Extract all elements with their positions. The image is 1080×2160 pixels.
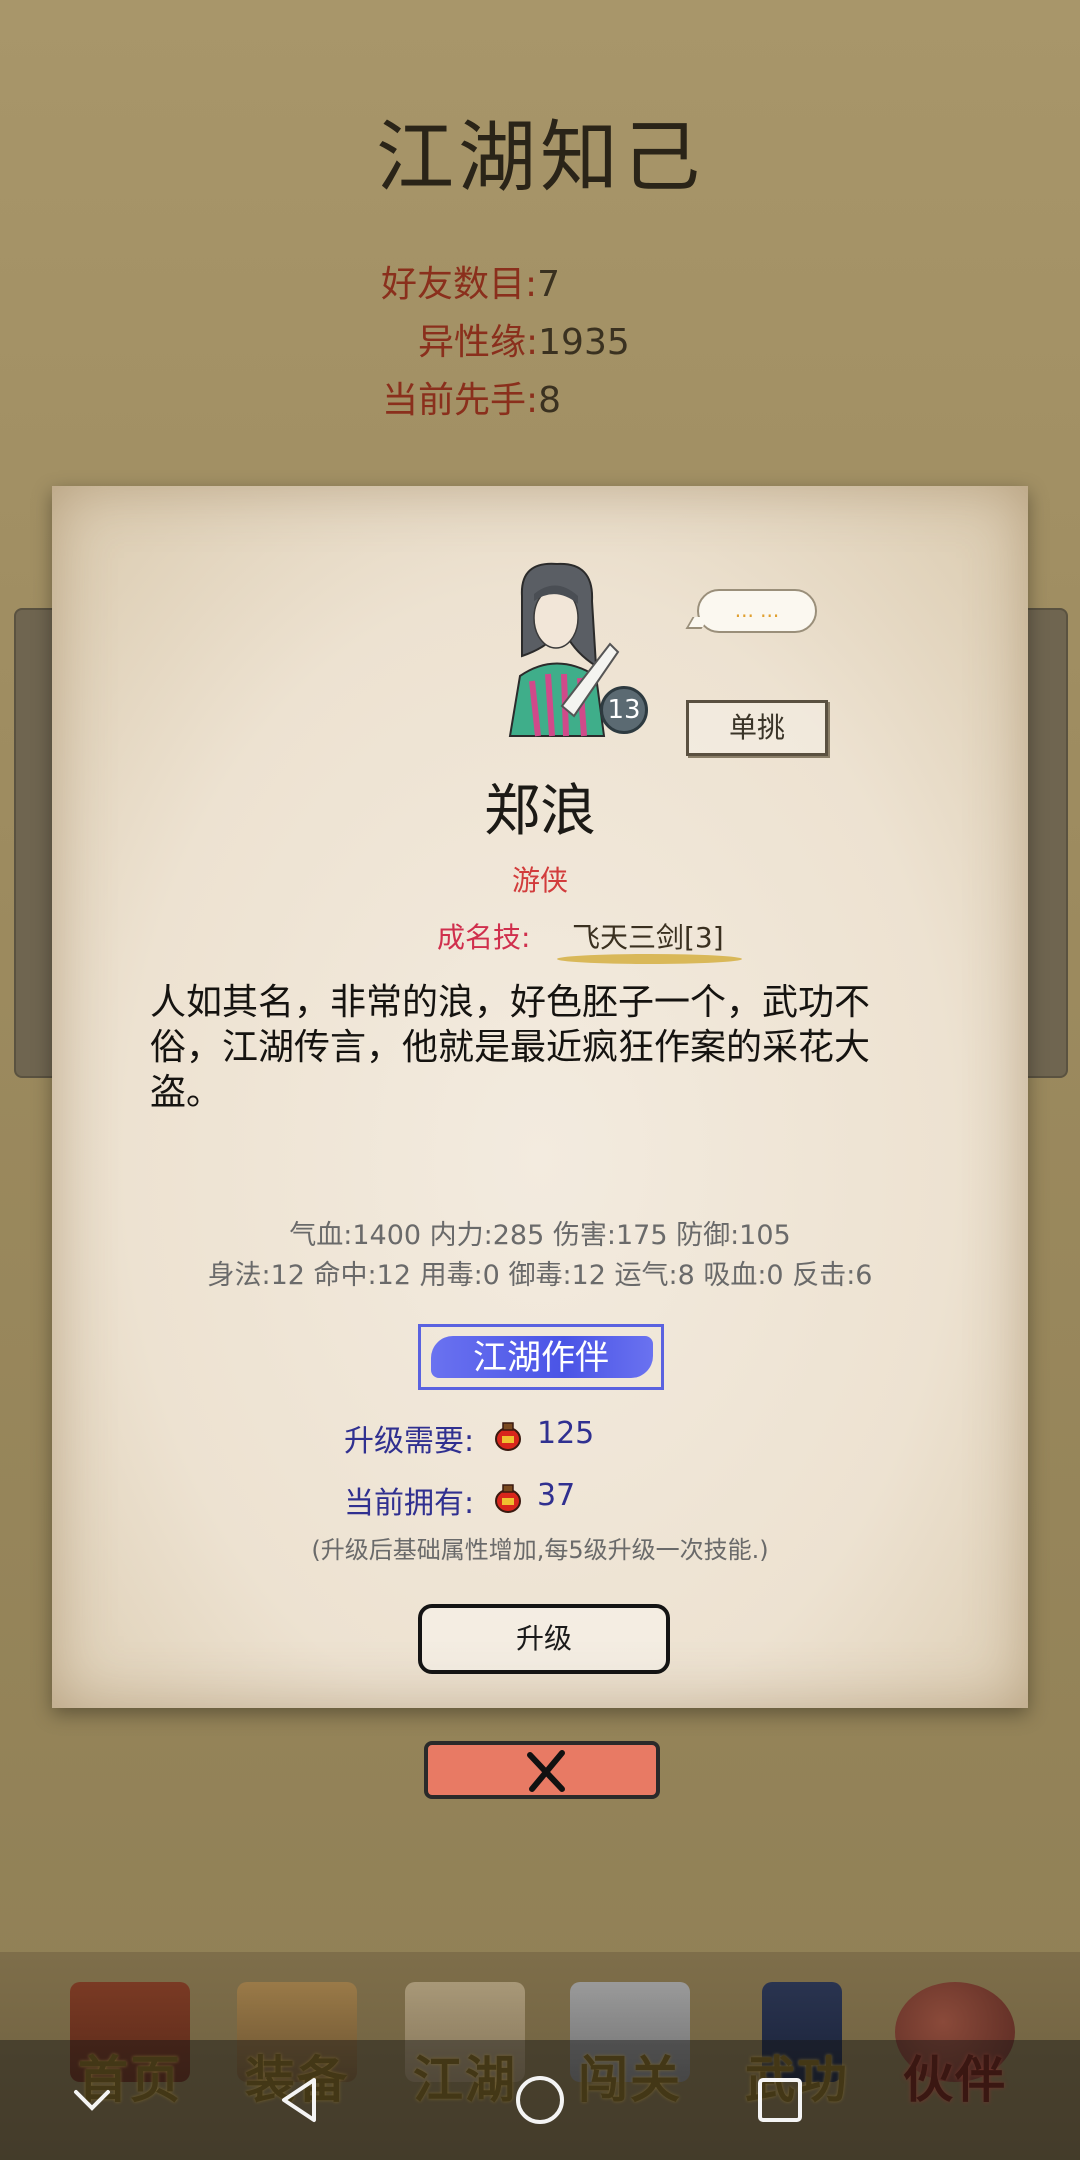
attributes-line-2: 身法:12 命中:12 用毒:0 御毒:12 运气:8 吸血:0 反击:6 xyxy=(207,1260,873,1291)
character-name: 郑浪 xyxy=(484,779,596,844)
partner-status-button[interactable]: 江湖作伴 xyxy=(418,1324,664,1390)
partner-status-label: 江湖作伴 xyxy=(473,1338,609,1378)
system-navigation-bar xyxy=(0,2040,1080,2160)
close-button[interactable] xyxy=(424,1741,660,1799)
upgrade-button[interactable]: 升级 xyxy=(418,1604,670,1674)
attributes-line-1: 气血:1400 内力:285 伤害:175 防御:105 xyxy=(289,1220,791,1251)
stat-value: 7 xyxy=(537,264,561,305)
stat-label: 异性缘: xyxy=(418,322,539,363)
attribute-list: 气血:1400 内力:285 伤害:175 防御:105 身法:12 命中:12… xyxy=(52,1216,1028,1296)
close-icon xyxy=(527,1750,565,1792)
wine-jar-icon xyxy=(495,1422,521,1451)
upgrade-cost-label: 升级需要: xyxy=(344,1424,475,1459)
speech-bubble: ... ... xyxy=(697,589,817,633)
hide-keyboard-icon[interactable] xyxy=(62,2070,122,2130)
stat-value: 8 xyxy=(538,380,562,421)
stat-label: 当前先手: xyxy=(382,380,539,421)
stat-friend-count: 好友数目:7 xyxy=(381,255,560,309)
level-badge: 13 xyxy=(600,686,648,734)
stat-label: 好友数目: xyxy=(381,264,538,305)
signature-skill-row: 成名技: 飞天三剑[3] xyxy=(52,916,1028,964)
skill-name[interactable]: 飞天三剑[3] xyxy=(572,916,724,956)
current-owned-label: 当前拥有: xyxy=(344,1486,475,1521)
recent-apps-icon[interactable] xyxy=(750,2070,810,2130)
upgrade-hint: (升级后基础属性增加,每5级升级一次技能.) xyxy=(311,1536,769,1564)
upgrade-cost-value: 125 xyxy=(537,1416,595,1451)
page-title: 江湖知己 xyxy=(375,113,704,203)
duel-button[interactable]: 单挑 xyxy=(686,700,828,756)
home-icon[interactable] xyxy=(510,2070,570,2130)
partner-detail-card: 13 ... ... 单挑 郑浪 游侠 成名技: 飞天三剑[3] 人如其名，非常… xyxy=(52,486,1028,1708)
wine-jar-icon xyxy=(495,1484,521,1513)
character-description: 人如其名，非常的浪，好色胚子一个，武功不俗，江湖传言，他就是最近疯狂作案的采花大… xyxy=(150,982,871,1113)
character-class: 游侠 xyxy=(511,864,568,897)
current-owned-value: 37 xyxy=(537,1478,576,1513)
back-icon[interactable] xyxy=(270,2070,330,2130)
stat-value: 1935 xyxy=(538,322,630,363)
stat-initiative: 当前先手:8 xyxy=(382,371,561,425)
skill-label: 成名技: xyxy=(437,921,531,954)
stat-charm: 异性缘:1935 xyxy=(418,313,630,367)
